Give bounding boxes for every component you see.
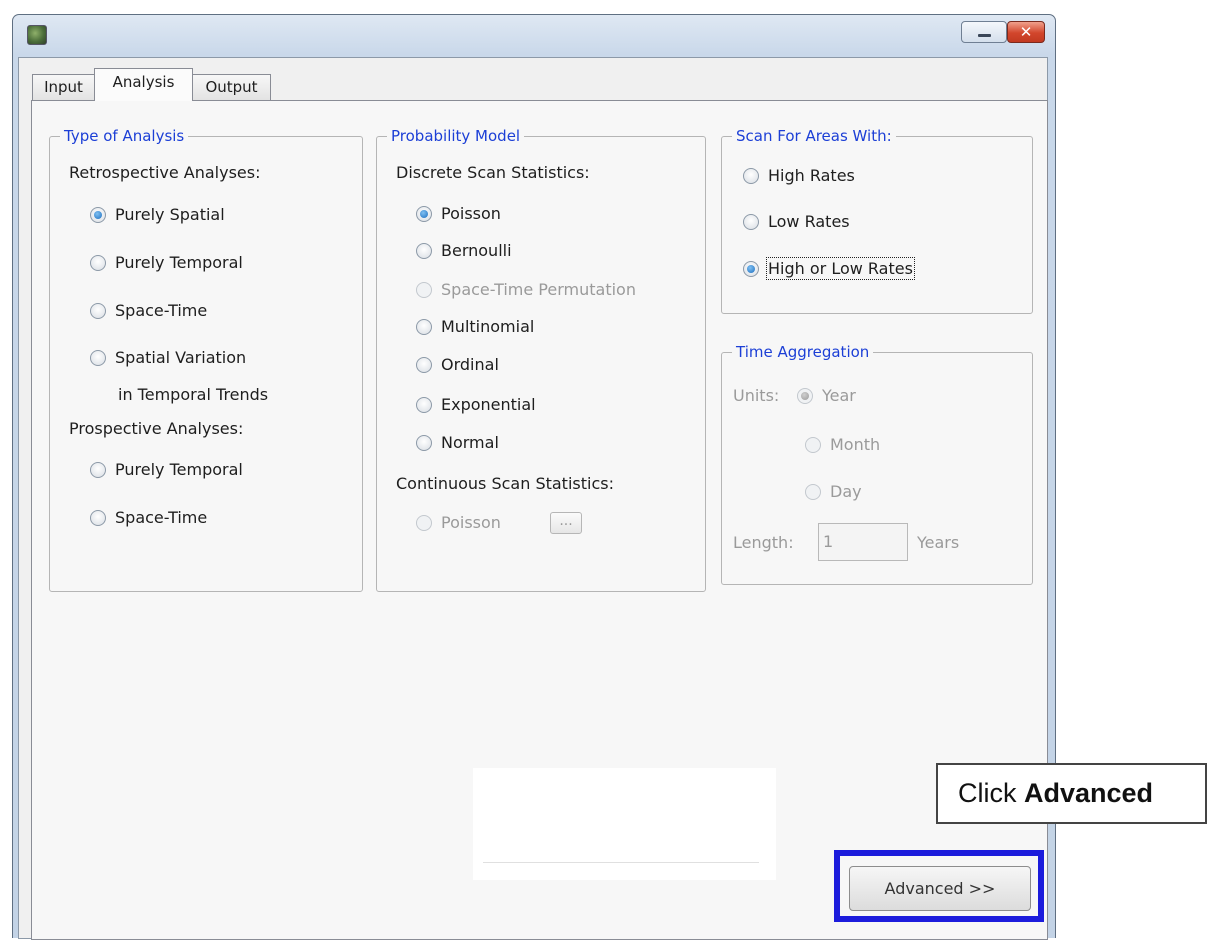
length-label: Length: [733,533,794,552]
radio-purely-spatial[interactable]: Purely Spatial [90,205,225,224]
type-of-analysis-legend: Type of Analysis [64,127,185,145]
tab-analysis[interactable]: Analysis [94,68,193,101]
radio-button-icon [416,514,432,531]
radio-low-rates[interactable]: Low Rates [743,212,850,231]
continuous-poisson-options-button[interactable]: ... [550,512,582,534]
radio-button-icon [416,281,432,298]
probability-model-legend: Probability Model [391,127,521,145]
spatial-variation-label-line2: in Temporal Trends [118,385,269,404]
radio-button-icon [416,396,432,413]
radio-button-icon [805,483,821,500]
time-aggregation-legend: Time Aggregation [736,343,870,361]
scan-for-areas-legend: Scan For Areas With: [736,127,892,145]
radio-button-icon [743,167,759,184]
radio-space-time-prosp[interactable]: Space-Time [90,508,207,527]
minimize-button[interactable] [961,21,1007,43]
callout-prefix: Click [958,778,1024,808]
radio-button-icon [805,436,821,453]
instruction-callout: Click Advanced [936,763,1207,824]
radio-multinomial[interactable]: Multinomial [416,317,534,336]
radio-button-icon [743,213,759,230]
radio-normal[interactable]: Normal [416,433,499,452]
radio-bernoulli[interactable]: Bernoulli [416,241,512,260]
radio-button-icon [416,356,432,373]
radio-high-or-low-rates[interactable]: High or Low Rates [743,257,915,280]
radio-poisson[interactable]: Poisson [416,204,501,223]
radio-button-icon [90,254,106,271]
radio-unit-day[interactable]: Day [805,482,862,501]
radio-exponential[interactable]: Exponential [416,395,536,414]
callout-emphasis: Advanced [1024,778,1154,808]
tab-input[interactable]: Input [32,74,95,100]
continuous-heading: Continuous Scan Statistics: [396,474,614,493]
radio-button-icon [90,461,106,478]
radio-space-time-retro[interactable]: Space-Time [90,301,207,320]
units-label: Units: [733,386,780,405]
radio-purely-temporal-prosp[interactable]: Purely Temporal [90,460,243,479]
radio-ordinal[interactable]: Ordinal [416,355,499,374]
length-units-label: Years [917,533,960,552]
radio-unit-year[interactable]: Year [797,386,856,405]
prospective-heading: Prospective Analyses: [69,419,244,438]
radio-button-icon [743,260,759,277]
length-input[interactable]: 1 [818,523,908,561]
radio-spatial-variation[interactable]: Spatial Variation [90,348,246,367]
radio-button-icon [416,318,432,335]
overlay-divider [483,862,759,863]
close-button[interactable]: ✕ [1007,21,1045,43]
radio-high-rates[interactable]: High Rates [743,166,855,185]
discrete-heading: Discrete Scan Statistics: [396,163,590,182]
radio-button-icon [90,206,106,223]
radio-purely-temporal-retro[interactable]: Purely Temporal [90,253,243,272]
radio-button-icon [90,302,106,319]
close-icon: ✕ [1019,23,1033,41]
radio-button-icon [797,387,813,404]
blank-overlay-panel [473,768,776,880]
tab-output[interactable]: Output [192,74,271,100]
radio-space-time-permutation[interactable]: Space-Time Permutation [416,280,636,299]
retrospective-heading: Retrospective Analyses: [69,163,261,182]
radio-button-icon [90,509,106,526]
radio-button-icon [416,205,432,222]
radio-continuous-poisson[interactable]: Poisson [416,513,501,532]
radio-button-icon [416,242,432,259]
radio-button-icon [90,349,106,366]
app-icon [27,25,47,45]
radio-unit-month[interactable]: Month [805,435,880,454]
advanced-highlight-box [834,850,1044,922]
radio-button-icon [416,434,432,451]
